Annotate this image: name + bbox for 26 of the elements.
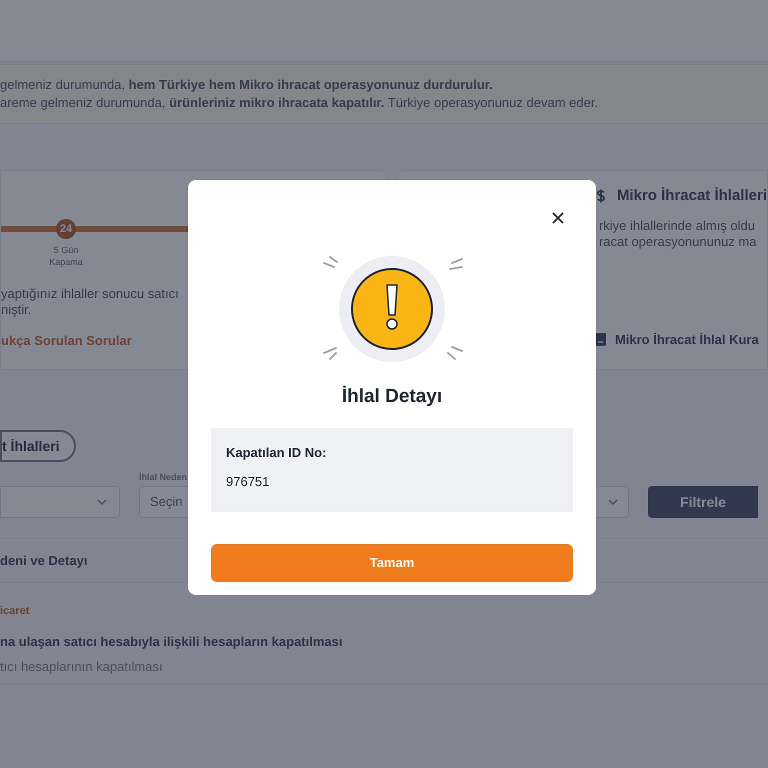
chevron-down-icon — [608, 499, 618, 505]
notice-text: areme gelmeniz durumunda, ürünleriniz mikro ihracata kapatılır. Türkiye operasyonunuz devam eder. — [0, 94, 600, 112]
card-text: niştir. — [1, 302, 32, 318]
timeline-step: 24 — [56, 219, 76, 239]
filter-button[interactable]: Filtrele — [648, 486, 758, 518]
chevron-down-icon — [97, 499, 107, 505]
close-icon — [552, 212, 564, 224]
guide-link[interactable]: Mikro İhracat İhlal Kura — [614, 330, 759, 349]
violation-title: na ulaşan satıcı hesabıyla ilişkili hesapların kapatılması — [0, 632, 344, 651]
field-value: 976751 — [226, 473, 270, 491]
modal-title: İhlal Detayı — [342, 384, 442, 409]
step-label: 5 Gün Kapama — [48, 244, 84, 268]
column-header: deni ve Detayı — [0, 552, 88, 570]
field-label: Kapatılan ID No: — [226, 444, 328, 462]
card-title: Mikro İhracat İhlalleri — [616, 186, 767, 206]
close-button[interactable] — [550, 210, 566, 226]
category-label: icaret — [0, 604, 30, 619]
card-text: rkiye ihlallerinde almış oldu — [598, 218, 756, 234]
card-text: racat operasyonununuz ma — [598, 234, 758, 250]
select-placeholder: Seçin — [150, 493, 183, 512]
tab[interactable]: t İhlalleri — [0, 430, 76, 462]
confirm-button[interactable]: Tamam — [211, 544, 573, 582]
select-field[interactable] — [0, 486, 120, 518]
faq-link[interactable]: ukça Sorulan Sorular — [1, 331, 132, 350]
notice-text: gelmeniz durumunda, hem Türkiye hem Mikro ihracat operasyonunuz durdurulur. — [0, 76, 494, 94]
card-text: yaptığınız ihlaller sonucu satıcı — [1, 286, 179, 302]
